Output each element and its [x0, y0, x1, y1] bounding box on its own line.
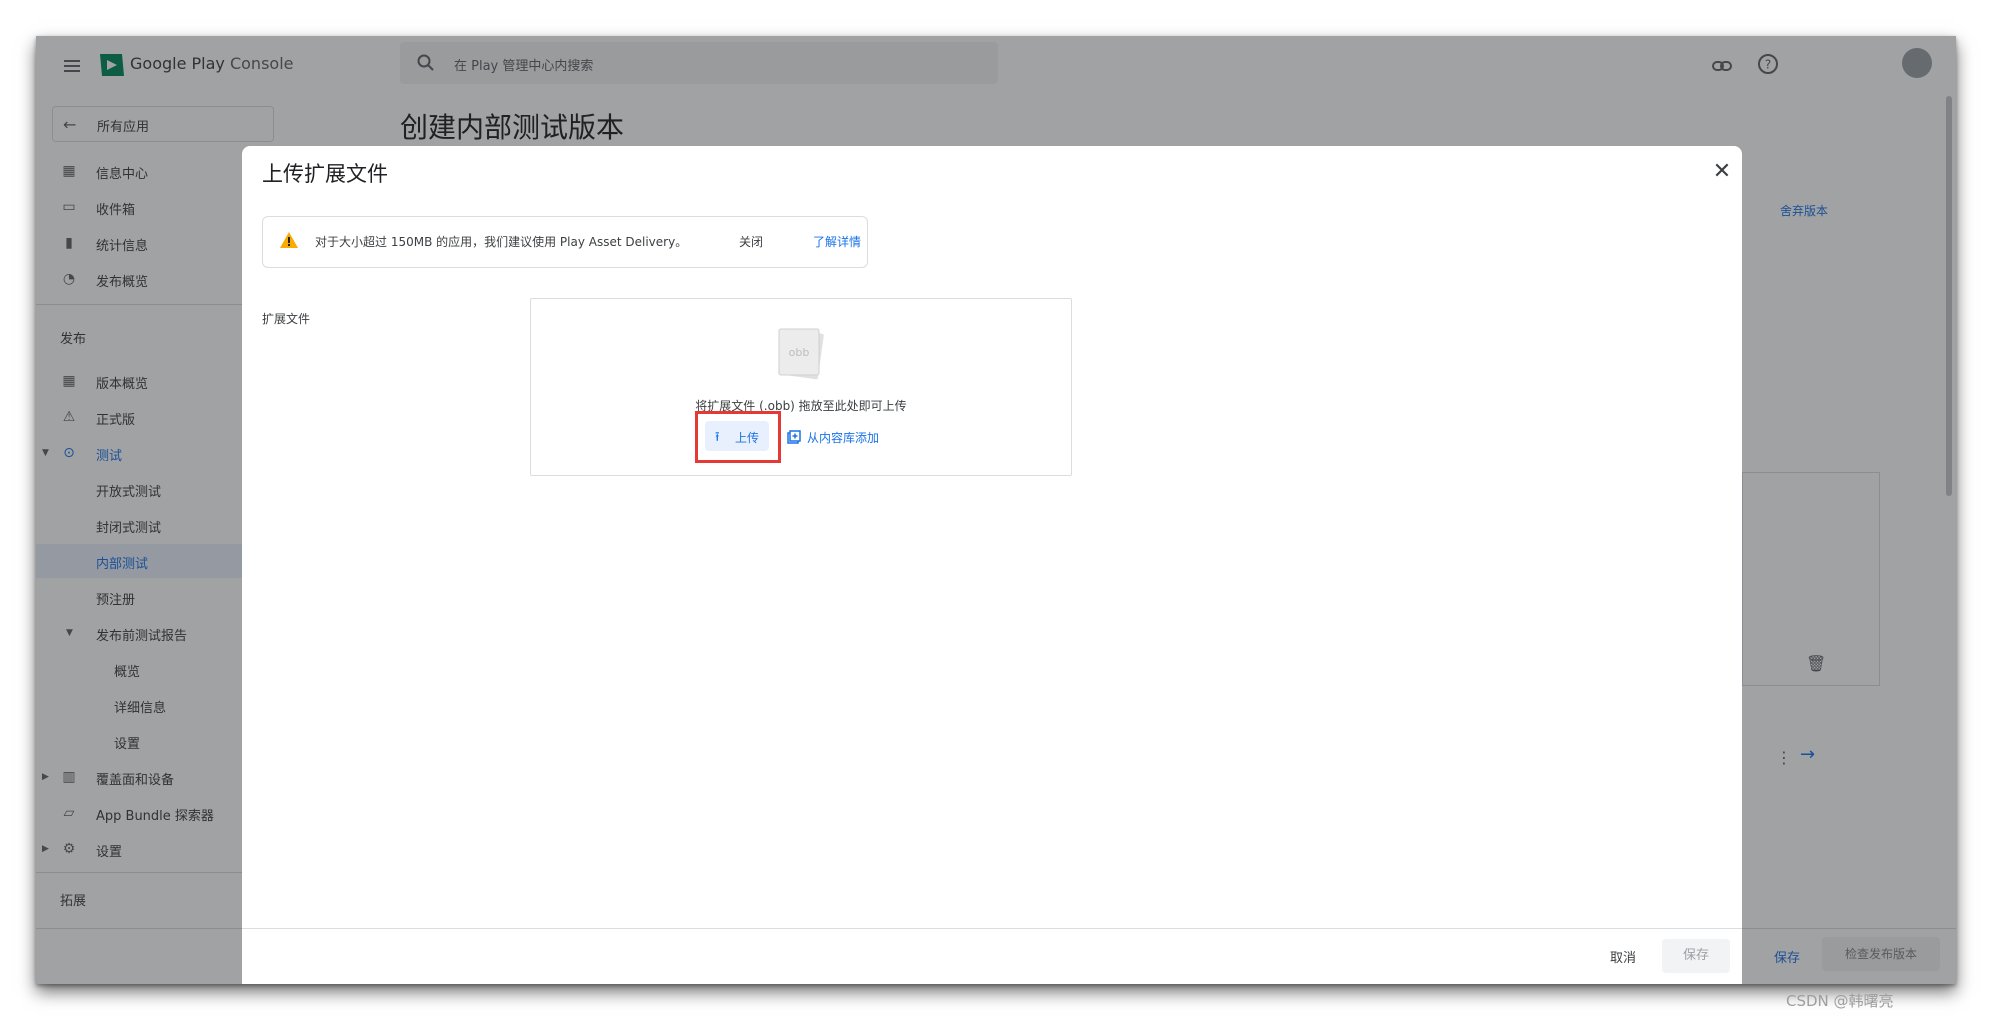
add-from-library-button[interactable]: 从内容库添加 [787, 429, 879, 446]
file-drop-zone[interactable]: obb 将扩展文件 (.obb) 拖放至此处即可上传 ⭱ 上传 从内容库添加 [530, 298, 1072, 476]
drop-hint: 将扩展文件 (.obb) 拖放至此处即可上传 [695, 399, 907, 413]
library-add-icon [787, 430, 801, 444]
upload-expansion-dialog: 上传扩展文件 ✕ 对于大小超过 150MB 的应用，我们建议使用 Play As… [242, 146, 1742, 984]
obb-text: obb [789, 346, 810, 359]
notice-close-button[interactable]: 关闭 [739, 233, 763, 250]
dialog-footer: 取消 保存 [242, 928, 1742, 984]
notice-message: 对于大小超过 150MB 的应用，我们建议使用 Play Asset Deliv… [315, 235, 688, 249]
upload-icon: ⭱ [715, 430, 720, 445]
expansion-file-label: 扩展文件 [262, 312, 311, 326]
learn-more-link[interactable]: 了解详情 [813, 233, 861, 250]
save-button[interactable]: 保存 [1662, 939, 1730, 973]
close-icon[interactable]: ✕ [1708, 158, 1736, 186]
app-window: Google Play Console 在 Play 管理中心内搜索 ? ← 所… [36, 36, 1956, 984]
dialog-title: 上传扩展文件 [262, 162, 388, 186]
upload-button[interactable]: ⭱ 上传 [705, 421, 769, 451]
notice-banner: 对于大小超过 150MB 的应用，我们建议使用 Play Asset Deliv… [262, 216, 868, 268]
watermark: CSDN @韩曙亮 [1786, 992, 1894, 1010]
warning-icon [280, 232, 298, 248]
cancel-button[interactable]: 取消 [1610, 947, 1636, 966]
obb-file-icon: obb [778, 328, 824, 380]
